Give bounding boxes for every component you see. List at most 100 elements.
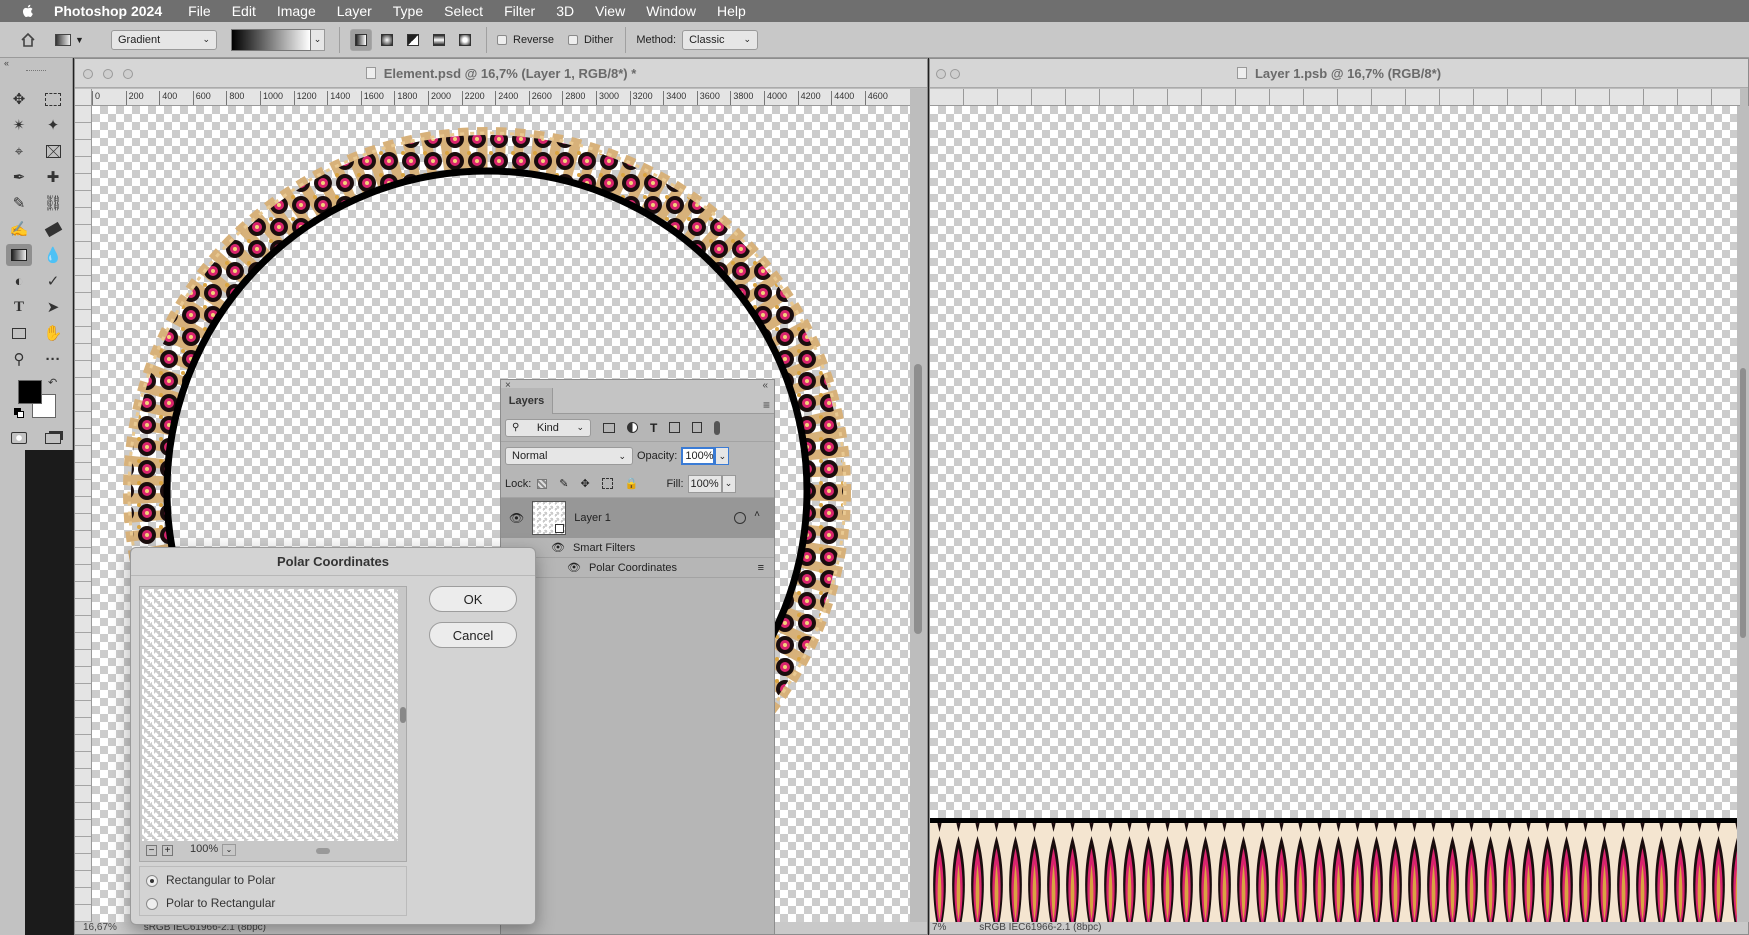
- adjustment-filter-icon[interactable]: [627, 422, 638, 433]
- app-name[interactable]: Photoshop 2024: [54, 3, 162, 19]
- method-select[interactable]: Classic ⌄: [682, 29, 759, 50]
- menu-filter[interactable]: Filter: [504, 3, 535, 19]
- swap-colors-icon[interactable]: ↶: [48, 376, 57, 389]
- home-icon[interactable]: [15, 29, 41, 51]
- option-polar-to-rectangular[interactable]: Polar to Rectangular: [146, 896, 275, 910]
- zoom-status[interactable]: 7%: [932, 922, 946, 933]
- healing-brush-tool-icon[interactable]: ✚: [40, 166, 66, 188]
- shape-filter-icon[interactable]: [669, 422, 681, 433]
- preview-hscroll-thumb[interactable]: [316, 848, 330, 854]
- panel-menu-icon[interactable]: ≡: [763, 398, 770, 412]
- collapse-panel-icon[interactable]: «: [762, 380, 768, 391]
- kind-filter-select[interactable]: ⚲ Kind ⌄: [505, 418, 591, 437]
- screen-mode-icon[interactable]: [40, 430, 66, 446]
- filter-toggle-icon[interactable]: [714, 420, 721, 435]
- visibility-eye-icon[interactable]: 👁: [509, 511, 524, 525]
- cancel-button[interactable]: Cancel: [429, 622, 517, 648]
- menu-file[interactable]: File: [188, 3, 211, 19]
- frame-tool-icon[interactable]: [40, 140, 66, 162]
- eyedropper-tool-icon[interactable]: ✒: [6, 166, 32, 188]
- radio-polar-to-rectangular[interactable]: [146, 897, 158, 910]
- lock-image-icon[interactable]: ✎: [559, 477, 568, 490]
- canvas-layer1[interactable]: [930, 106, 1737, 922]
- panel-collapse-icon[interactable]: «: [4, 58, 9, 68]
- angle-gradient-button[interactable]: [402, 29, 424, 51]
- path-selection-tool-icon[interactable]: ➤: [40, 296, 66, 318]
- lasso-tool-icon[interactable]: ✴: [6, 114, 32, 136]
- type-tool-icon[interactable]: T: [6, 296, 32, 318]
- filter-blending-options-icon[interactable]: ≡: [758, 562, 764, 574]
- eraser-tool-icon[interactable]: [40, 218, 66, 240]
- fill-dropdown[interactable]: ⌄: [721, 474, 736, 493]
- smart-object-filter-icon[interactable]: [692, 422, 703, 433]
- document-titlebar[interactable]: Layer 1.psb @ 16,7% (RGB/8*): [930, 59, 1748, 88]
- fill-input[interactable]: 100%: [687, 474, 722, 493]
- pen-tool-icon[interactable]: ✓: [40, 270, 66, 292]
- ok-button[interactable]: OK: [429, 586, 517, 612]
- gradient-tool-icon[interactable]: [6, 244, 32, 266]
- linear-gradient-button[interactable]: [350, 28, 372, 51]
- layer-row[interactable]: 👁 Layer 1 ˄: [501, 498, 774, 538]
- filter-visibility-icon[interactable]: 👁: [567, 561, 581, 574]
- hand-tool-icon[interactable]: ✋: [40, 322, 66, 344]
- blend-mode-select[interactable]: Normal ⌄: [505, 447, 633, 465]
- menu-window[interactable]: Window: [646, 3, 696, 19]
- gradient-swatch[interactable]: [231, 28, 311, 51]
- tool-preset-picker[interactable]: ▼: [55, 29, 89, 51]
- zoom-in-button[interactable]: +: [162, 845, 173, 856]
- preview-zoom-dropdown[interactable]: ⌄: [222, 844, 236, 856]
- menu-edit[interactable]: Edit: [232, 3, 256, 19]
- menu-3d[interactable]: 3D: [556, 3, 574, 19]
- vertical-scrollbar[interactable]: [910, 89, 927, 922]
- preview-scrollbar-thumb[interactable]: [400, 707, 406, 723]
- zoom-out-button[interactable]: −: [146, 845, 157, 856]
- minimize-window-icon[interactable]: [950, 69, 960, 79]
- radial-gradient-button[interactable]: [376, 29, 398, 51]
- diamond-gradient-button[interactable]: [454, 29, 476, 51]
- crop-tool-icon[interactable]: ⌖: [6, 140, 32, 162]
- document-titlebar[interactable]: Element.psd @ 16,7% (Layer 1, RGB/8*) *: [75, 59, 927, 88]
- zoom-status[interactable]: 16,67%: [83, 922, 117, 933]
- reflected-gradient-button[interactable]: [428, 29, 450, 51]
- type-filter-icon[interactable]: T: [650, 421, 657, 435]
- move-tool-icon[interactable]: ✥: [6, 88, 32, 110]
- menu-layer[interactable]: Layer: [337, 3, 372, 19]
- filter-row-polar[interactable]: 👁 Polar Coordinates ≡: [501, 558, 774, 578]
- scrollbar-thumb[interactable]: [914, 364, 922, 634]
- vertical-ruler[interactable]: [75, 89, 92, 922]
- pixel-filter-icon[interactable]: [603, 422, 615, 433]
- close-window-icon[interactable]: [936, 69, 946, 79]
- panel-grip[interactable]: [26, 70, 46, 72]
- menu-view[interactable]: View: [595, 3, 625, 19]
- magic-wand-tool-icon[interactable]: ✦: [40, 114, 66, 136]
- filter-name[interactable]: Polar Coordinates: [589, 562, 677, 574]
- radio-rectangular-to-polar[interactable]: [146, 874, 158, 887]
- reverse-check-box[interactable]: [497, 34, 507, 45]
- opacity-dropdown[interactable]: ⌄: [715, 447, 730, 465]
- quick-mask-icon[interactable]: [6, 430, 32, 446]
- preset-select[interactable]: Gradient ⌄: [111, 29, 217, 50]
- lock-position-icon[interactable]: ✥: [581, 477, 590, 490]
- menu-type[interactable]: Type: [393, 3, 423, 19]
- vertical-scrollbar[interactable]: [1737, 106, 1749, 922]
- default-colors-icon[interactable]: [14, 408, 24, 418]
- dither-check-box[interactable]: [567, 34, 578, 45]
- layer-name[interactable]: Layer 1: [574, 512, 611, 524]
- horizontal-ruler[interactable]: 0 200 400 600 800 1000 1200 1400 1600 1800 2000 220…: [92, 89, 927, 106]
- opacity-input[interactable]: 100%: [681, 447, 716, 465]
- rectangle-tool-icon[interactable]: [6, 322, 32, 344]
- scrollbar-thumb[interactable]: [1740, 368, 1746, 638]
- menu-help[interactable]: Help: [717, 3, 746, 19]
- smart-filters-visibility-icon[interactable]: 👁: [551, 541, 565, 554]
- lock-all-icon[interactable]: 🔒: [625, 477, 639, 490]
- preview-canvas[interactable]: [142, 589, 398, 841]
- dither-checkbox[interactable]: Dither: [567, 34, 613, 46]
- foreground-color-swatch[interactable]: [18, 380, 42, 404]
- brush-tool-icon[interactable]: ✎: [6, 192, 32, 214]
- more-tools-icon[interactable]: ···: [40, 348, 66, 370]
- history-brush-tool-icon[interactable]: ✍: [6, 218, 32, 240]
- lock-artboard-icon[interactable]: [601, 478, 613, 489]
- close-window-icon[interactable]: [83, 69, 93, 79]
- layer-thumbnail[interactable]: [532, 501, 567, 535]
- horizontal-ruler[interactable]: [930, 89, 1740, 106]
